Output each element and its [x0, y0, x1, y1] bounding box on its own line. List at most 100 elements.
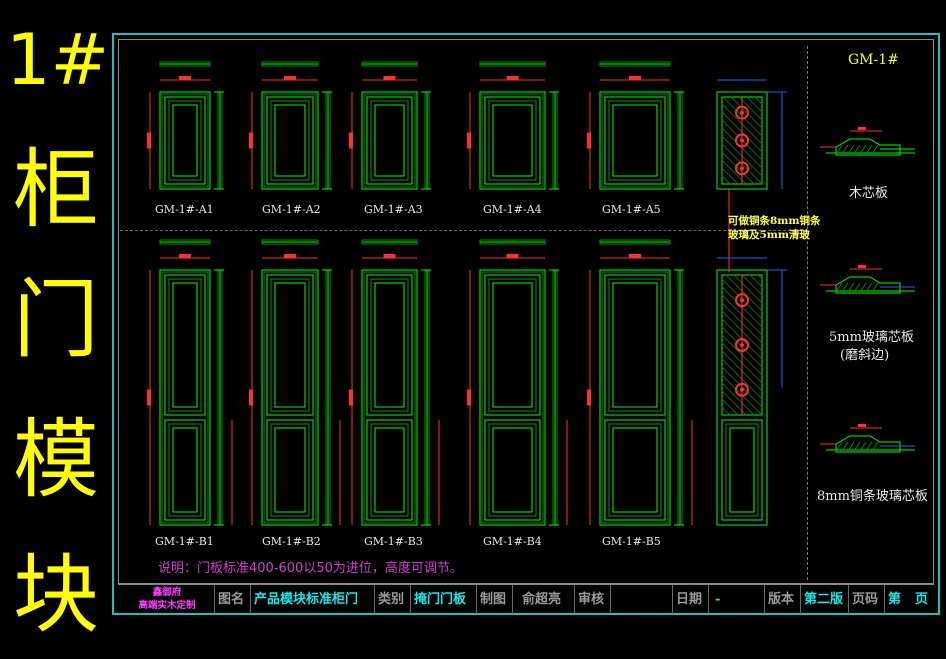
glass-door-b6-lower-panel — [729, 427, 755, 513]
profile-copper-dim-text — [858, 424, 866, 427]
tb-version-label: 版本 — [764, 585, 800, 614]
door-b2-outline — [261, 269, 319, 526]
door-b3-lower-panel — [374, 427, 405, 513]
glass-door-b6-hatch — [721, 406, 731, 416]
logo-tagline: 高端实木定制 — [138, 600, 196, 611]
door-b1-upper-rail — [164, 274, 206, 416]
door-b5-lower-mould — [608, 423, 662, 517]
door-a3-inner — [363, 93, 416, 188]
tb-review-label: 审核 — [574, 585, 610, 614]
door-b3-dim-text — [383, 254, 396, 258]
door-b5-inner — [601, 271, 669, 524]
door-b2-dim-height-text — [249, 389, 253, 406]
door-a1-center-rail — [164, 96, 206, 185]
door-b5-dim-height-text — [587, 389, 591, 406]
company-logo: 鑫御府 高端实木定制 — [122, 586, 212, 613]
door-label-b3: GM-1#-B3 — [364, 535, 423, 548]
door-b1-dim-text — [179, 254, 191, 258]
drawing-code: GM-1# — [848, 52, 899, 68]
tb-name-value: 产品模块标准柜门 — [250, 585, 374, 614]
door-b2-lower-mould — [270, 423, 310, 517]
door-a5-center-rail — [604, 96, 666, 185]
door-b3-upper-mould — [370, 278, 409, 412]
door-b5-dim-text — [629, 254, 641, 258]
door-label-b5: GM-1#-B5 — [602, 535, 661, 548]
profile-caption-copper: 8mm铜条玻璃芯板 — [817, 489, 928, 504]
tb-date-value: - — [708, 585, 764, 614]
door-b4-upper-mould — [488, 278, 537, 412]
door-label-a2: GM-1#-A2 — [262, 203, 321, 216]
door-b2-inner — [263, 271, 317, 524]
door-a1-dim-height-text — [147, 132, 151, 149]
door-b2-lower-panel — [274, 427, 306, 513]
door-b4-outline — [479, 269, 546, 526]
door-b4-dim-height-text — [467, 389, 471, 406]
door-b4-dim-text — [506, 254, 519, 258]
door-b4-upper-panel — [492, 282, 533, 408]
door-a2-center-rail — [266, 96, 314, 185]
glass-door-a6-hatch — [754, 96, 763, 105]
door-b5-outline — [599, 269, 671, 526]
tb-date-label: 日期 — [672, 585, 708, 614]
glass-note-line-1: 可做铜条8mm铜条 — [728, 215, 821, 227]
door-a5-center-mould — [608, 100, 662, 181]
tb-version-value: 第二版 — [800, 585, 848, 614]
door-b4-inner — [481, 271, 544, 524]
glass-door-b6-hatch — [721, 382, 755, 416]
door-b3-lower-mould — [370, 423, 409, 517]
tb-category-label: 类别 — [374, 585, 410, 614]
door-b2-upper-rail — [266, 274, 314, 416]
door-a1-dim-text — [179, 76, 191, 80]
door-a4-center-mould — [488, 100, 537, 181]
profile-caption-wood: 木芯板 — [849, 186, 889, 201]
door-a4-outline — [479, 91, 546, 190]
door-b5-lower-panel — [612, 427, 658, 513]
door-b1-upper-mould — [168, 278, 202, 412]
door-b3-dim-height-text — [349, 389, 353, 406]
door-label-b1: GM-1#-B1 — [155, 535, 214, 548]
door-a4-dim-height-text — [467, 132, 471, 149]
door-b1-dim-height-text — [147, 389, 151, 406]
door-a2-outline — [261, 91, 319, 190]
door-a3-center-panel — [374, 104, 405, 177]
profile-caption-glass-bevel: (磨斜边) — [840, 348, 890, 363]
door-a3-outline — [361, 91, 418, 190]
glass-door-b6-lower-mould — [725, 423, 759, 517]
door-b4-lower-panel — [492, 427, 533, 513]
door-b3-lower-rail — [366, 419, 413, 521]
door-b1-outline — [159, 269, 211, 526]
door-a5-center-panel — [612, 104, 658, 177]
door-b3-upper-panel — [374, 282, 405, 408]
door-b5-lower-rail — [604, 419, 666, 521]
door-b2-lower-rail — [266, 419, 314, 521]
door-a2-inner — [263, 93, 317, 188]
door-a4-inner — [481, 93, 544, 188]
door-b1-lower-mould — [168, 423, 202, 517]
door-b3-inner — [363, 271, 416, 524]
door-a2-dim-height-text — [249, 132, 253, 149]
tb-name-label: 图名 — [214, 585, 250, 614]
door-a2-center-panel — [274, 104, 306, 177]
door-a3-dim-height-text — [349, 132, 353, 149]
door-a2-dim-text — [284, 76, 296, 80]
glass-door-b6-hatch — [741, 274, 763, 296]
profile-caption-glass: 5mm玻璃芯板 — [829, 330, 914, 345]
door-b2-upper-panel — [274, 282, 306, 408]
tb-page-label: 页码 — [848, 585, 884, 614]
cad-drawing — [147, 61, 915, 526]
glass-door-b6-hatch — [757, 274, 763, 280]
door-a1-center-panel — [172, 104, 198, 177]
logo-name: 鑫御府 — [152, 587, 182, 598]
glass-door-a6-hatch — [721, 151, 755, 185]
profile-glass-dim-text — [858, 265, 866, 268]
door-b2-dim-text — [284, 254, 296, 258]
glass-door-b6-hatch — [721, 398, 739, 416]
glass-note: 可做铜条8mm铜条 玻璃及5mm清玻 — [728, 214, 821, 242]
tb-review-value — [610, 585, 672, 614]
door-a3-center-rail — [366, 96, 413, 185]
tb-page-suffix: 页 — [915, 592, 929, 607]
door-b1-upper-panel — [172, 282, 198, 408]
door-label-a3: GM-1#-A3 — [364, 203, 423, 216]
glass-note-line-2: 玻璃及5mm清玻 — [728, 229, 811, 241]
door-a4-center-panel — [492, 104, 533, 177]
